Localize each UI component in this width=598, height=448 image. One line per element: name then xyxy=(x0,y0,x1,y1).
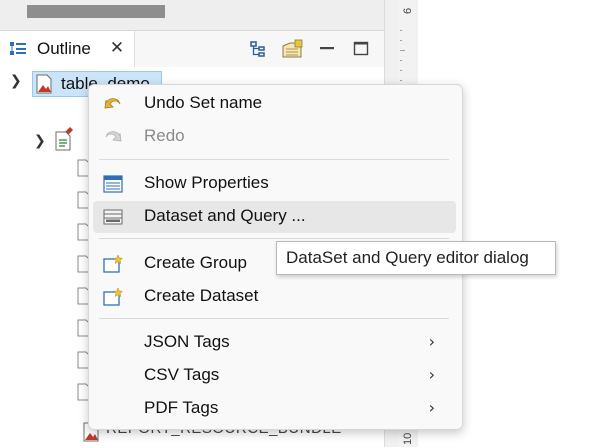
menu-separator xyxy=(99,159,449,160)
maximize-icon[interactable] xyxy=(351,39,371,59)
menu-separator xyxy=(99,238,449,239)
menu-item-create-dataset[interactable]: Create Dataset xyxy=(93,281,456,313)
chevron-right-icon: › xyxy=(428,398,435,417)
close-icon[interactable]: ✕ xyxy=(107,38,127,58)
tooltip-text: DataSet and Query editor dialog xyxy=(286,248,529,267)
chevron-down-icon[interactable]: ❯ xyxy=(10,73,22,89)
menu-separator xyxy=(99,318,449,319)
chevron-right-icon: › xyxy=(428,332,435,351)
ruler-label: 6 xyxy=(402,7,414,14)
report-file-icon xyxy=(36,74,52,94)
chevron-right-icon: › xyxy=(428,365,435,384)
create-group-icon xyxy=(103,255,123,273)
menu-item-show-properties[interactable]: Show Properties xyxy=(93,168,456,200)
top-strip xyxy=(0,0,384,31)
view-menu-icon[interactable] xyxy=(280,39,304,59)
redo-icon xyxy=(105,131,122,142)
menu-item-csv-tags[interactable]: CSV Tags › xyxy=(93,360,456,392)
scroll-thumb[interactable] xyxy=(27,5,165,18)
menu-item-pdf-tags[interactable]: PDF Tags › xyxy=(93,393,456,425)
menu-item-dataset-query[interactable]: Dataset and Query ... xyxy=(93,201,456,233)
menu-item-undo[interactable]: Undo Set name xyxy=(93,88,456,120)
tab-outline[interactable]: Outline ✕ xyxy=(0,31,135,67)
undo-icon xyxy=(104,98,121,109)
chevron-down-icon[interactable]: ❯ xyxy=(34,133,46,149)
ruler-label: 10 xyxy=(402,432,414,445)
minimize-icon[interactable] xyxy=(317,39,337,59)
outline-icon xyxy=(10,42,26,55)
dataset-query-icon xyxy=(103,209,123,225)
hierarchy-icon[interactable] xyxy=(248,39,268,59)
tab-outline-label: Outline xyxy=(37,39,91,58)
menu-item-redo[interactable]: Redo xyxy=(93,121,456,153)
properties-icon xyxy=(103,175,123,193)
create-dataset-icon xyxy=(103,288,123,306)
tooltip: DataSet and Query editor dialog xyxy=(276,241,556,275)
data-sources-icon xyxy=(55,131,71,151)
outline-header: Outline ✕ xyxy=(0,31,384,67)
menu-item-json-tags[interactable]: JSON Tags › xyxy=(93,327,456,359)
